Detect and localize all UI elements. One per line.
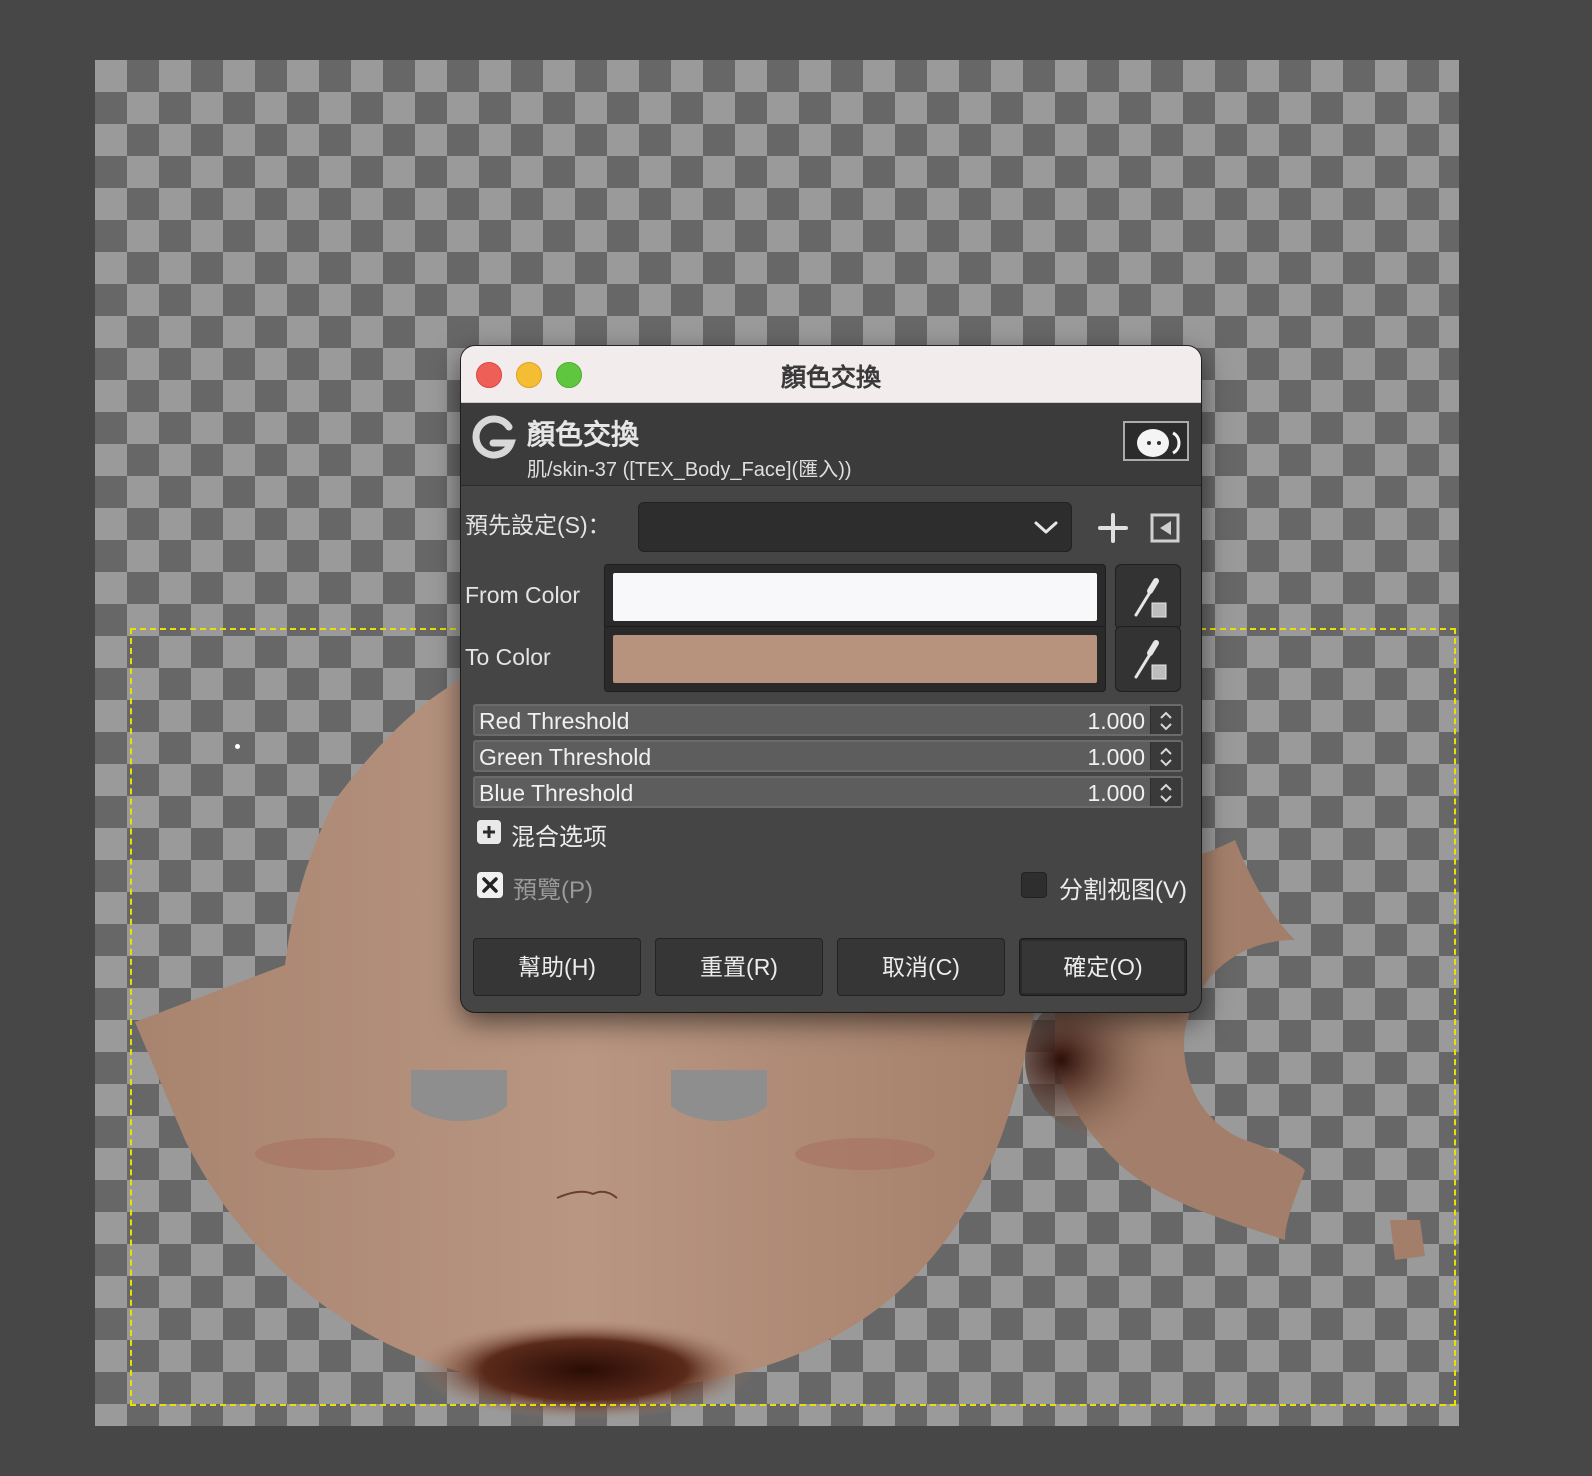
from-color-picker-button[interactable] (1115, 564, 1181, 630)
green-threshold-label: Green Threshold (479, 744, 652, 770)
green-threshold-stepper[interactable] (1150, 742, 1181, 770)
check-x-icon (482, 877, 498, 893)
gegl-logo-icon (472, 415, 516, 459)
dialog-header: 顏色交換 肌/skin-37 ([TEX_Body_Face](匯入)) (461, 403, 1201, 486)
blue-threshold-spinscale[interactable]: Blue Threshold 1.000 (473, 776, 1183, 808)
preview-checkbox[interactable] (477, 872, 503, 898)
color-picker-icon (1134, 640, 1167, 680)
green-threshold-spinscale[interactable]: Green Threshold 1.000 (473, 740, 1183, 772)
header-subtitle: 肌/skin-37 ([TEX_Body_Face](匯入)) (527, 459, 852, 481)
from-color-swatch (613, 573, 1097, 621)
layer-thumbnail (1123, 421, 1189, 461)
chevron-down-icon (1034, 521, 1058, 534)
to-color-picker-button[interactable] (1115, 626, 1181, 692)
dialog-titlebar[interactable]: 顏色交換 (461, 346, 1201, 403)
split-view-checkbox[interactable] (1021, 872, 1047, 898)
layer-handle[interactable] (235, 744, 240, 749)
blue-threshold-value[interactable]: 1.000 (1087, 780, 1145, 807)
red-threshold-spinscale[interactable]: Red Threshold 1.000 (473, 704, 1183, 736)
help-button[interactable]: 幫助(H) (473, 938, 641, 996)
ok-button[interactable]: 確定(O) (1019, 938, 1187, 996)
red-threshold-value[interactable]: 1.000 (1087, 708, 1145, 735)
stepper-icon (1160, 711, 1172, 731)
preview-label[interactable]: 預覽(P) (513, 870, 593, 905)
from-color-button[interactable] (604, 564, 1106, 630)
from-color-label: From Color (465, 582, 581, 608)
blend-options-label: 混合选项 (511, 824, 607, 851)
red-threshold-label: Red Threshold (479, 708, 630, 734)
add-preset-icon[interactable] (1097, 512, 1129, 544)
blue-threshold-label: Blue Threshold (479, 780, 634, 806)
preset-label: 預先設定(S)： (465, 512, 611, 538)
color-picker-icon (1134, 578, 1167, 618)
cancel-button[interactable]: 取消(C) (837, 938, 1005, 996)
reset-button[interactable]: 重置(R) (655, 938, 823, 996)
preset-menu-icon[interactable] (1149, 512, 1181, 544)
expand-plus-icon (477, 820, 501, 844)
to-color-button[interactable] (604, 626, 1106, 692)
header-title: 顏色交換 (527, 419, 640, 450)
preset-dropdown[interactable] (638, 502, 1072, 552)
split-view-label[interactable]: 分割视图(V) (1059, 870, 1187, 905)
to-color-label: To Color (465, 644, 551, 670)
blue-threshold-stepper[interactable] (1150, 778, 1181, 806)
window-title: 顏色交換 (780, 364, 881, 392)
green-threshold-value[interactable]: 1.000 (1087, 744, 1145, 771)
stepper-icon (1160, 747, 1172, 767)
color-exchange-dialog: 顏色交換 顏色交換 肌/skin-37 ([TEX_Body_Face](匯入)… (461, 346, 1201, 1012)
red-threshold-stepper[interactable] (1150, 706, 1181, 734)
to-color-swatch (613, 635, 1097, 683)
stepper-icon (1160, 783, 1172, 803)
